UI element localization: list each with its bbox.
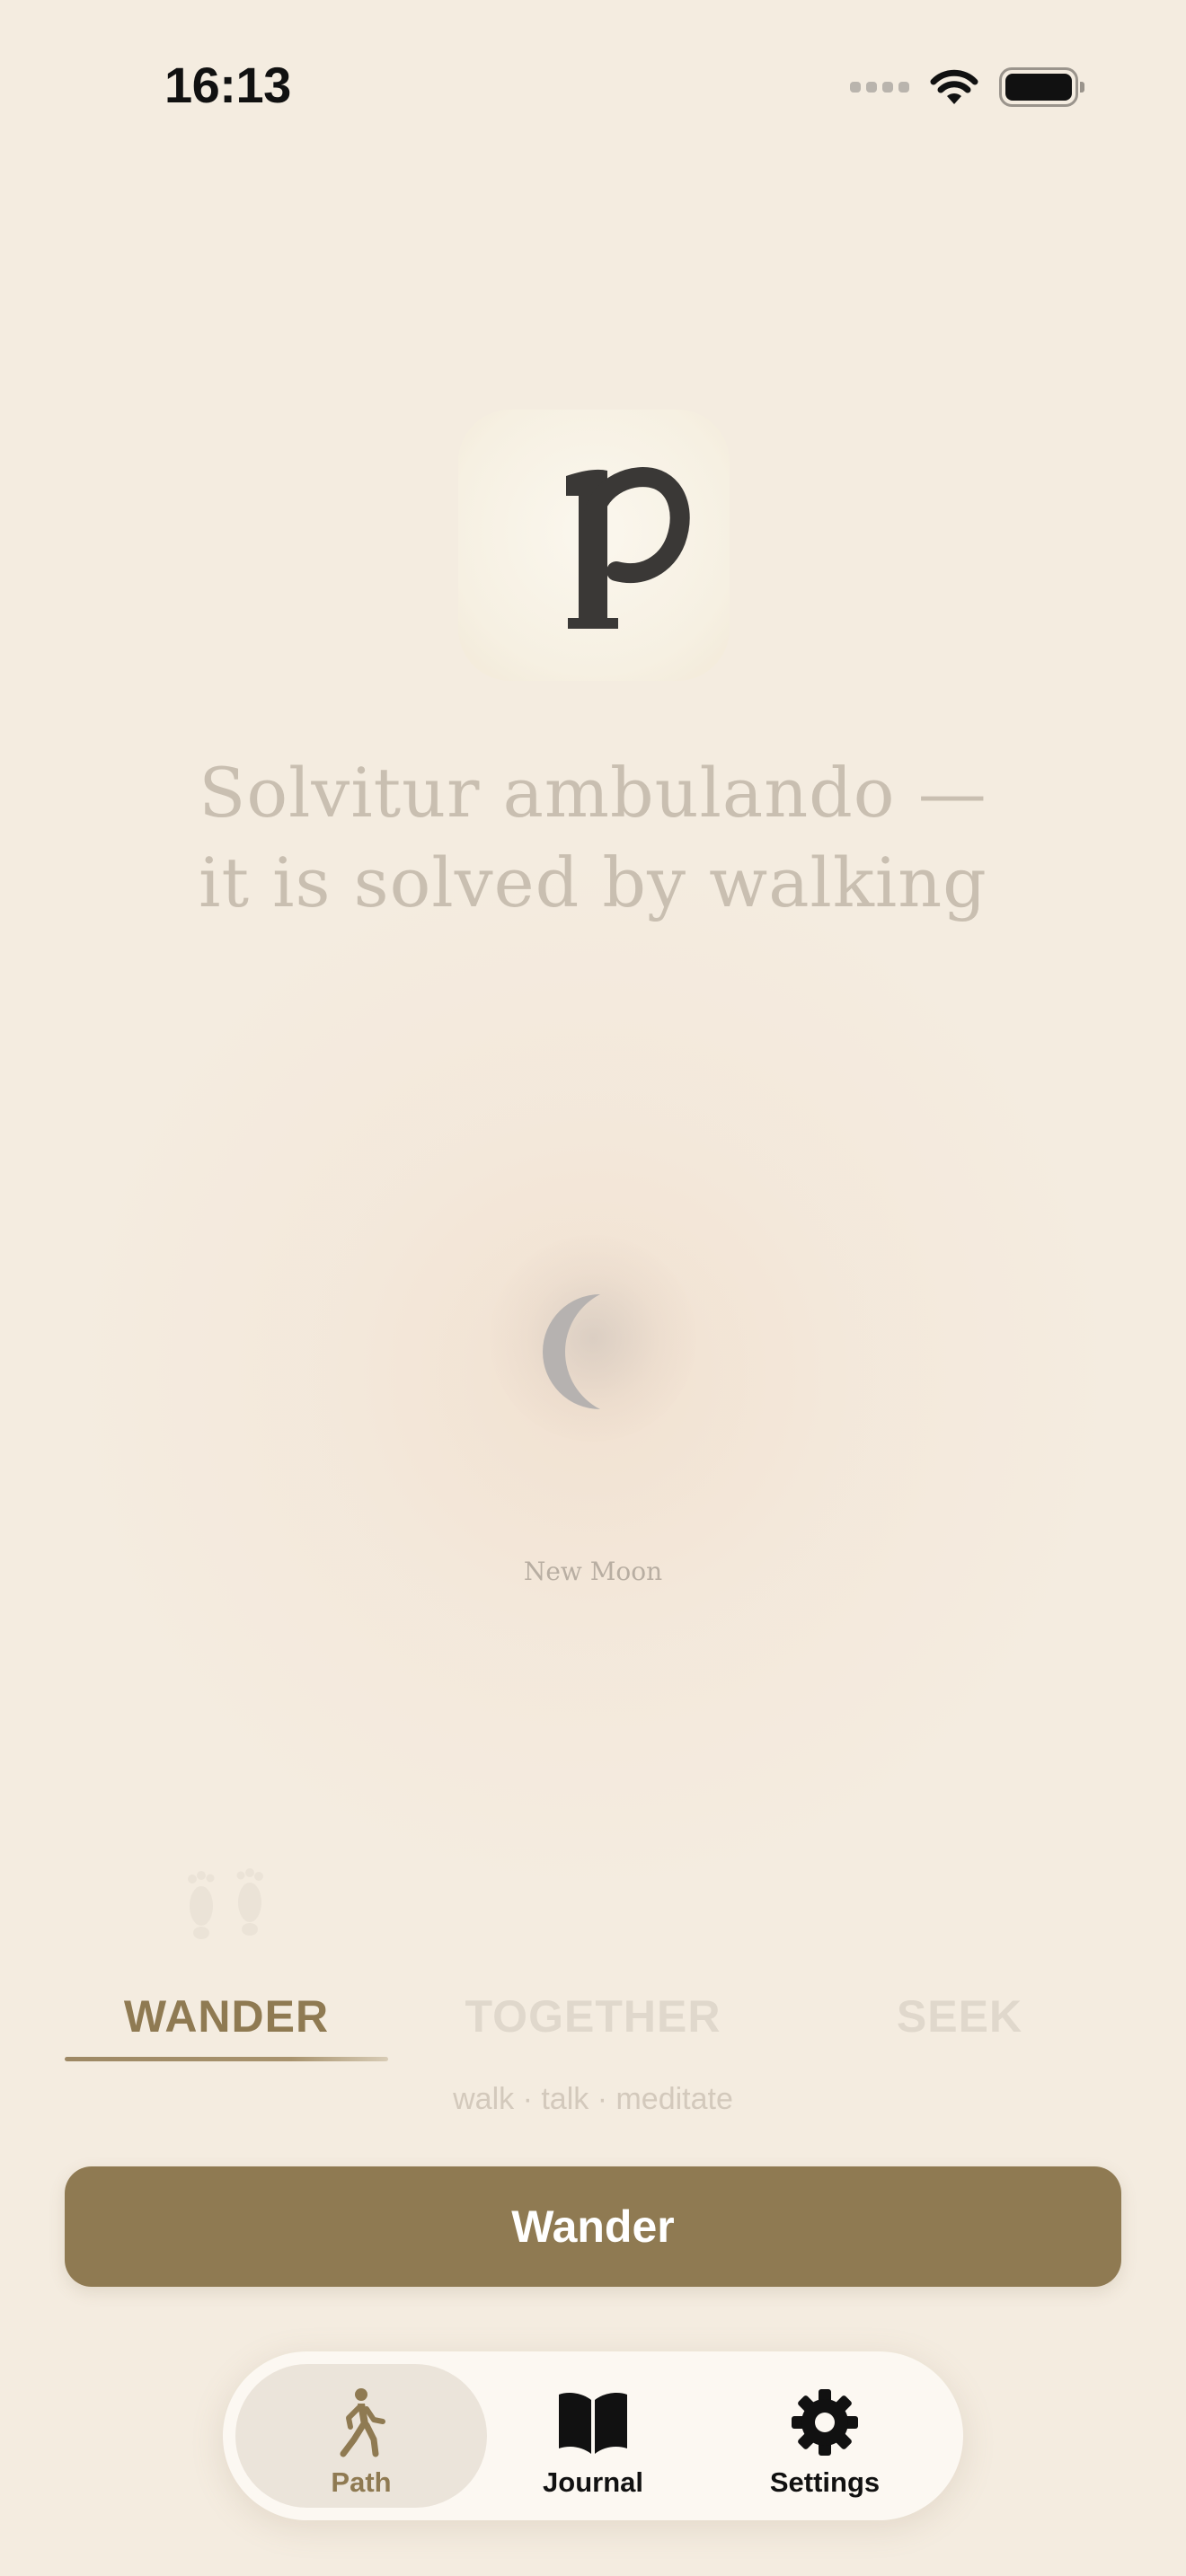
tab-journal[interactable]: Journal (476, 2364, 710, 2508)
open-book-icon (559, 2393, 627, 2454)
mode-selected-underline (65, 2057, 388, 2061)
wifi-icon (930, 69, 978, 104)
tab-path-label: Path (331, 2466, 392, 2498)
gear-icon (792, 2389, 858, 2456)
mode-subtitle: walk · talk · meditate (453, 2082, 733, 2116)
crescent-moon-icon[interactable] (530, 1289, 656, 1415)
mode-tab-seek[interactable]: SEEK (798, 1985, 1121, 2048)
tab-bar: Path Journal Settings (223, 2351, 963, 2520)
mode-tab-together[interactable]: TOGETHER (431, 1985, 755, 2048)
app-logo-icon (458, 410, 730, 681)
battery-icon (999, 67, 1084, 107)
cellular-signal-icon (850, 82, 909, 93)
footprints-icon (188, 1868, 263, 1939)
moon-phase-label: New Moon (523, 1557, 663, 1586)
tab-path[interactable]: Path (244, 2364, 478, 2508)
tagline-line-2: it is solved by walking (199, 842, 987, 922)
status-time: 16:13 (164, 57, 291, 113)
mode-selector: WANDER TOGETHER SEEK (65, 1985, 1121, 2066)
mode-tab-wander[interactable]: WANDER (65, 1985, 388, 2048)
tagline-line-1: Solvitur ambulando — (199, 753, 987, 833)
tab-settings-label: Settings (769, 2466, 881, 2498)
status-icons (850, 65, 1084, 110)
tab-journal-label: Journal (543, 2466, 643, 2498)
wander-button[interactable]: Wander (65, 2166, 1121, 2287)
walking-person-icon (340, 2388, 385, 2457)
tab-settings[interactable]: Settings (708, 2364, 942, 2508)
